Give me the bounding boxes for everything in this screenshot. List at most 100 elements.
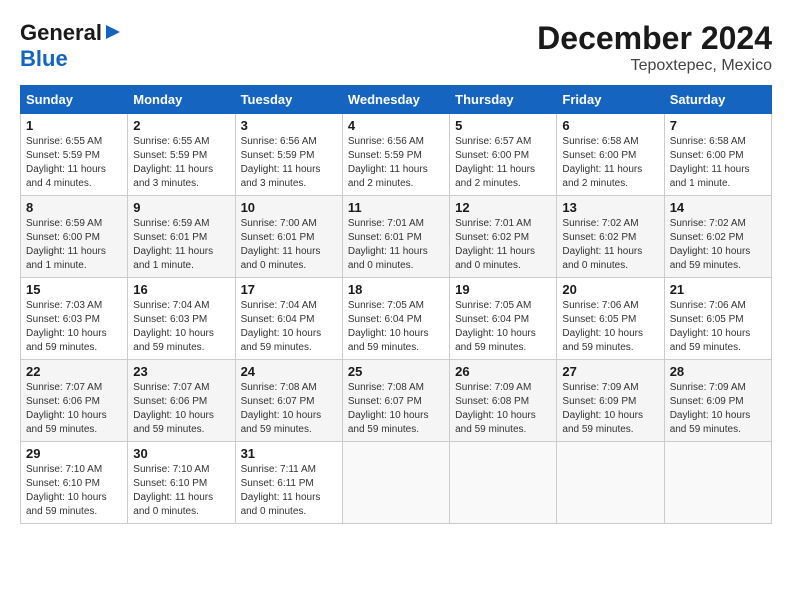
col-tuesday: Tuesday	[235, 86, 342, 114]
day-number: 26	[455, 364, 551, 379]
calendar-table: Sunday Monday Tuesday Wednesday Thursday…	[20, 85, 772, 524]
day-info: Sunrise: 6:59 AM Sunset: 6:00 PM Dayligh…	[26, 217, 122, 273]
week-row-5: 29Sunrise: 7:10 AM Sunset: 6:10 PM Dayli…	[21, 442, 772, 524]
logo-arrow-icon	[104, 23, 122, 41]
day-info: Sunrise: 6:55 AM Sunset: 5:59 PM Dayligh…	[26, 135, 122, 191]
day-number: 2	[133, 118, 229, 133]
day-info: Sunrise: 7:10 AM Sunset: 6:10 PM Dayligh…	[26, 463, 122, 519]
calendar-cell-3-4: 26Sunrise: 7:09 AM Sunset: 6:08 PM Dayli…	[450, 360, 557, 442]
day-info: Sunrise: 7:00 AM Sunset: 6:01 PM Dayligh…	[241, 217, 337, 273]
col-thursday: Thursday	[450, 86, 557, 114]
day-info: Sunrise: 7:08 AM Sunset: 6:07 PM Dayligh…	[241, 381, 337, 437]
calendar-cell-4-6	[664, 442, 771, 524]
day-number: 7	[670, 118, 766, 133]
day-info: Sunrise: 7:01 AM Sunset: 6:01 PM Dayligh…	[348, 217, 444, 273]
calendar-cell-1-6: 14 Sunrise: 7:02 AM Sunset: 6:02 PM Dayli…	[664, 196, 771, 278]
day-number: 15	[26, 282, 122, 297]
day-info: Sunrise: 7:09 AM Sunset: 6:09 PM Dayligh…	[670, 381, 766, 437]
calendar-cell-1-5: 13 Sunrise: 7:02 AM Sunset: 6:02 PM Dayli…	[557, 196, 664, 278]
day-number: 23	[133, 364, 229, 379]
calendar-cell-0-6: 7 Sunrise: 6:58 AM Sunset: 6:00 PM Daylig…	[664, 114, 771, 196]
day-info: Sunrise: 6:59 AM Sunset: 6:01 PM Dayligh…	[133, 217, 229, 273]
day-info: Sunrise: 6:56 AM Sunset: 5:59 PM Dayligh…	[241, 135, 337, 191]
day-info: Sunrise: 7:06 AM Sunset: 6:05 PM Dayligh…	[670, 299, 766, 355]
day-number: 6	[562, 118, 658, 133]
day-info: Sunrise: 7:11 AM Sunset: 6:11 PM Dayligh…	[241, 463, 337, 519]
day-info: Sunrise: 7:02 AM Sunset: 6:02 PM Dayligh…	[562, 217, 658, 273]
day-info: Sunrise: 7:01 AM Sunset: 6:02 PM Dayligh…	[455, 217, 551, 273]
calendar-cell-4-4	[450, 442, 557, 524]
week-row-2: 8Sunrise: 6:59 AM Sunset: 6:00 PM Daylig…	[21, 196, 772, 278]
calendar-cell-1-1: 9 Sunrise: 6:59 AM Sunset: 6:01 PM Daylig…	[128, 196, 235, 278]
calendar-cell-0-0: 1 Sunrise: 6:55 AM Sunset: 5:59 PM Daylig…	[21, 114, 128, 196]
day-info: Sunrise: 6:57 AM Sunset: 6:00 PM Dayligh…	[455, 135, 551, 191]
day-number: 21	[670, 282, 766, 297]
day-info: Sunrise: 7:08 AM Sunset: 6:07 PM Dayligh…	[348, 381, 444, 437]
col-saturday: Saturday	[664, 86, 771, 114]
logo: General Blue	[20, 20, 122, 72]
week-row-4: 22 Sunrise: 7:07 AM Sunset: 6:06 PM Dayli…	[21, 360, 772, 442]
day-info: Sunrise: 7:10 AM Sunset: 6:10 PM Dayligh…	[133, 463, 229, 519]
calendar-cell-3-3: 25 Sunrise: 7:08 AM Sunset: 6:07 PM Dayli…	[342, 360, 449, 442]
day-info: Sunrise: 7:04 AM Sunset: 6:04 PM Dayligh…	[241, 299, 337, 355]
day-info: Sunrise: 7:07 AM Sunset: 6:06 PM Dayligh…	[133, 381, 229, 437]
title-block: December 2024 Tepoxtepec, Mexico	[537, 20, 772, 75]
calendar-cell-0-1: 2Sunrise: 6:55 AM Sunset: 5:59 PM Daylig…	[128, 114, 235, 196]
day-number: 14	[670, 200, 766, 215]
day-number: 25	[348, 364, 444, 379]
day-number: 17	[241, 282, 337, 297]
week-row-1: 1 Sunrise: 6:55 AM Sunset: 5:59 PM Daylig…	[21, 114, 772, 196]
calendar-cell-2-2: 17 Sunrise: 7:04 AM Sunset: 6:04 PM Dayli…	[235, 278, 342, 360]
calendar-cell-2-1: 16Sunrise: 7:04 AM Sunset: 6:03 PM Dayli…	[128, 278, 235, 360]
day-number: 10	[241, 200, 337, 215]
calendar-cell-0-2: 3 Sunrise: 6:56 AM Sunset: 5:59 PM Daylig…	[235, 114, 342, 196]
col-sunday: Sunday	[21, 86, 128, 114]
day-info: Sunrise: 7:03 AM Sunset: 6:03 PM Dayligh…	[26, 299, 122, 355]
week-row-3: 15 Sunrise: 7:03 AM Sunset: 6:03 PM Dayli…	[21, 278, 772, 360]
calendar-cell-0-3: 4 Sunrise: 6:56 AM Sunset: 5:59 PM Daylig…	[342, 114, 449, 196]
day-number: 19	[455, 282, 551, 297]
logo-blue: Blue	[20, 46, 68, 71]
calendar-cell-2-4: 19Sunrise: 7:05 AM Sunset: 6:04 PM Dayli…	[450, 278, 557, 360]
day-number: 31	[241, 446, 337, 461]
day-number: 30	[133, 446, 229, 461]
day-info: Sunrise: 7:07 AM Sunset: 6:06 PM Dayligh…	[26, 381, 122, 437]
calendar-cell-3-2: 24 Sunrise: 7:08 AM Sunset: 6:07 PM Dayli…	[235, 360, 342, 442]
day-number: 24	[241, 364, 337, 379]
day-number: 28	[670, 364, 766, 379]
page-title: December 2024	[537, 20, 772, 57]
day-number: 27	[562, 364, 658, 379]
calendar-cell-4-2: 31 Sunrise: 7:11 AM Sunset: 6:11 PM Dayli…	[235, 442, 342, 524]
calendar-cell-2-0: 15 Sunrise: 7:03 AM Sunset: 6:03 PM Dayli…	[21, 278, 128, 360]
calendar-cell-3-0: 22 Sunrise: 7:07 AM Sunset: 6:06 PM Dayli…	[21, 360, 128, 442]
day-number: 12	[455, 200, 551, 215]
calendar-cell-0-4: 5 Sunrise: 6:57 AM Sunset: 6:00 PM Daylig…	[450, 114, 557, 196]
calendar-cell-3-5: 27Sunrise: 7:09 AM Sunset: 6:09 PM Dayli…	[557, 360, 664, 442]
day-number: 22	[26, 364, 122, 379]
day-info: Sunrise: 6:56 AM Sunset: 5:59 PM Dayligh…	[348, 135, 444, 191]
calendar-cell-2-6: 21 Sunrise: 7:06 AM Sunset: 6:05 PM Dayli…	[664, 278, 771, 360]
day-info: Sunrise: 7:04 AM Sunset: 6:03 PM Dayligh…	[133, 299, 229, 355]
calendar-cell-0-5: 6 Sunrise: 6:58 AM Sunset: 6:00 PM Daylig…	[557, 114, 664, 196]
day-info: Sunrise: 7:02 AM Sunset: 6:02 PM Dayligh…	[670, 217, 766, 273]
calendar-cell-4-3	[342, 442, 449, 524]
col-monday: Monday	[128, 86, 235, 114]
day-number: 13	[562, 200, 658, 215]
calendar-cell-1-0: 8Sunrise: 6:59 AM Sunset: 6:00 PM Daylig…	[21, 196, 128, 278]
day-number: 9	[133, 200, 229, 215]
page-header: General Blue December 2024 Tepoxtepec, M…	[20, 20, 772, 75]
logo-general: General	[20, 20, 102, 46]
calendar-cell-4-1: 30 Sunrise: 7:10 AM Sunset: 6:10 PM Dayli…	[128, 442, 235, 524]
day-info: Sunrise: 6:58 AM Sunset: 6:00 PM Dayligh…	[670, 135, 766, 191]
col-wednesday: Wednesday	[342, 86, 449, 114]
header-row: Sunday Monday Tuesday Wednesday Thursday…	[21, 86, 772, 114]
col-friday: Friday	[557, 86, 664, 114]
day-number: 11	[348, 200, 444, 215]
day-number: 5	[455, 118, 551, 133]
calendar-cell-4-5	[557, 442, 664, 524]
calendar-cell-3-6: 28 Sunrise: 7:09 AM Sunset: 6:09 PM Dayli…	[664, 360, 771, 442]
day-number: 3	[241, 118, 337, 133]
day-number: 4	[348, 118, 444, 133]
day-number: 1	[26, 118, 122, 133]
day-info: Sunrise: 6:58 AM Sunset: 6:00 PM Dayligh…	[562, 135, 658, 191]
